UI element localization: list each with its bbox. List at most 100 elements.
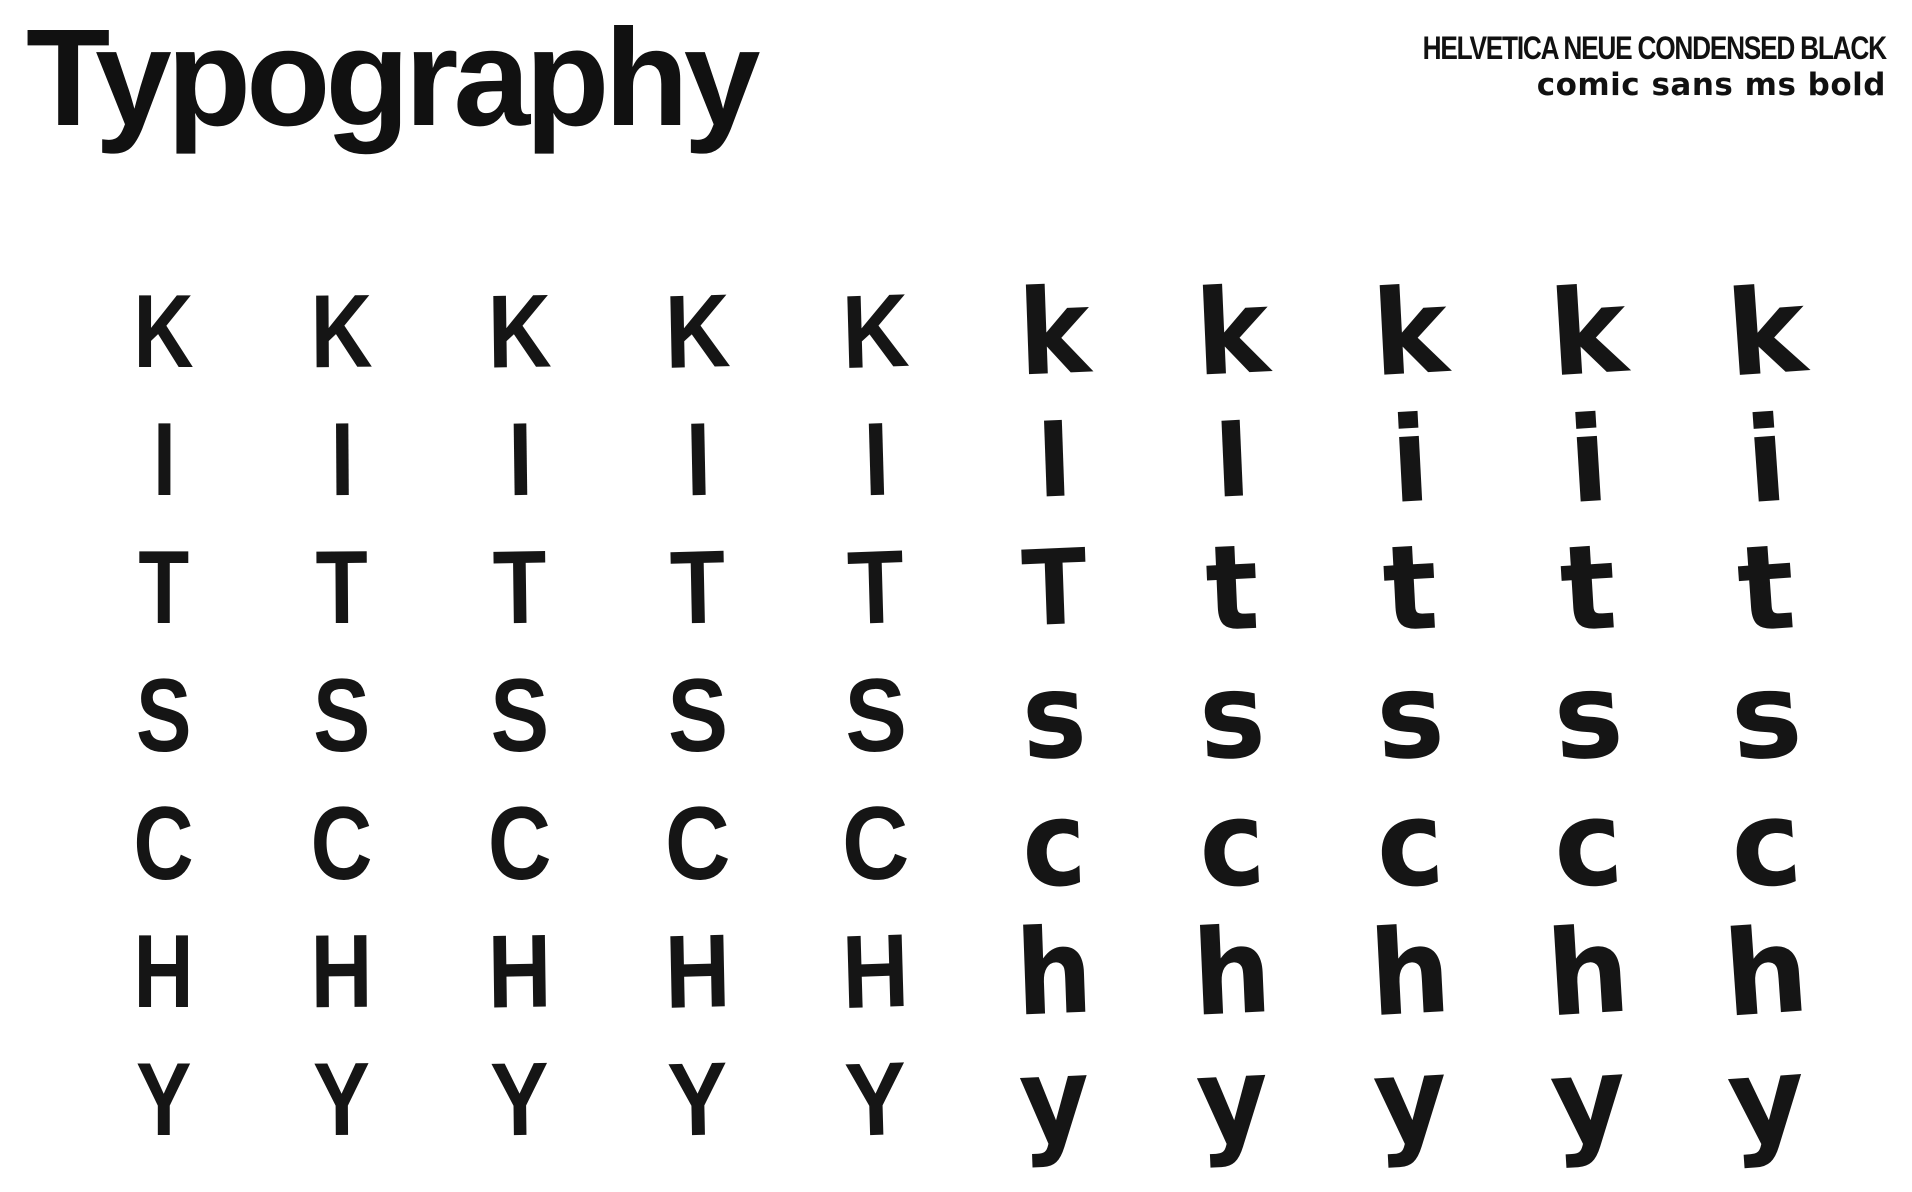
glyph: t (1556, 517, 1620, 659)
glyph: t (1202, 517, 1262, 659)
glyph-cell: S (253, 652, 431, 780)
font-label-helvetica: HELVETICA NEUE CONDENSED BLACK (1422, 30, 1887, 66)
glyph-cell: C (431, 780, 609, 908)
glyph: h (1013, 901, 1095, 1043)
glyph-cell: S (75, 652, 253, 780)
page-title: Typography (26, 1, 760, 155)
glyph-cell: y (1499, 1029, 1677, 1172)
glyph-cell: C (787, 780, 965, 908)
glyph-cell: t (1677, 517, 1855, 659)
glyph-cell: s (1499, 645, 1677, 787)
glyph: T (846, 529, 906, 647)
glyph: k (1368, 260, 1452, 404)
glyph: H (841, 912, 911, 1032)
glyph-cell: k (1321, 260, 1499, 404)
glyph-cell: t (1321, 517, 1499, 659)
glyph: T (669, 529, 727, 647)
glyph: t (1379, 517, 1441, 659)
glyph-cell: T (431, 524, 609, 652)
glyph: s (1726, 644, 1806, 788)
glyph-cell: k (1499, 260, 1677, 404)
glyph: Y (313, 1041, 371, 1159)
glyph-cell: K (253, 268, 431, 396)
glyph-cell: I (253, 396, 431, 524)
glyph: S (313, 657, 371, 775)
glyph: c (1373, 773, 1447, 915)
glyph-cell: t (1143, 517, 1321, 659)
glyph: y (1193, 1029, 1271, 1171)
glyph-cell: K (75, 268, 253, 396)
glyph: K (133, 274, 195, 390)
glyph-cell: c (1321, 773, 1499, 915)
glyph: T (138, 530, 190, 646)
glyph-cell: c (1677, 772, 1855, 916)
glyph: I (1211, 398, 1253, 522)
glyph-cell: t (1499, 517, 1677, 659)
glyph-cell: T (609, 524, 787, 652)
glyph: h (1189, 901, 1275, 1043)
glyph: H (664, 913, 732, 1031)
glyph: k (1722, 260, 1810, 404)
glyph-cell: s (1143, 645, 1321, 786)
glyph: Y (136, 1042, 192, 1158)
glyph: K (487, 273, 553, 391)
glyph-cell: c (1499, 772, 1677, 916)
glyph: c (1549, 772, 1627, 916)
glyph: C (310, 785, 374, 903)
glyph-cell: I (1143, 396, 1321, 524)
glyph-cell: Y (431, 1036, 609, 1164)
letter-morph-grid: KKKKKkkkkkIIIIIIIiiiTTTTTTttttSSSSSsssss… (75, 260, 1855, 1172)
glyph: C (841, 784, 911, 904)
glyph-cell: k (965, 262, 1143, 403)
glyph: i (1387, 390, 1433, 530)
glyph: C (664, 785, 732, 903)
glyph-cell: h (1321, 901, 1499, 1043)
glyph-cell: H (75, 908, 253, 1036)
glyph: i (1564, 389, 1612, 531)
glyph-cell: h (965, 901, 1143, 1043)
glyph: i (1741, 389, 1791, 531)
glyph: K (310, 273, 374, 391)
glyph-cell: Y (253, 1036, 431, 1164)
glyph: T (315, 529, 369, 647)
glyph-cell: c (965, 774, 1143, 915)
glyph: I (861, 401, 891, 519)
glyph-cell: C (75, 780, 253, 908)
font-label-comic-sans: comic sans ms bold (1536, 66, 1886, 103)
glyph-cell: Y (609, 1036, 787, 1164)
glyph-cell: s (1677, 644, 1855, 788)
glyph: Y (489, 1041, 551, 1159)
glyph-cell: T (965, 524, 1143, 652)
glyph-cell: S (609, 652, 787, 780)
glyph: I (684, 401, 712, 519)
glyph: y (1722, 1028, 1810, 1172)
glyph: s (1019, 645, 1089, 787)
glyph-cell: K (609, 268, 787, 396)
glyph: k (1192, 261, 1272, 403)
glyph-cell: y (1677, 1028, 1855, 1172)
glyph: y (1369, 1029, 1451, 1171)
glyph: S (666, 657, 730, 775)
glyph-cell: T (253, 524, 431, 652)
glyph: T (1019, 525, 1089, 651)
glyph: h (1542, 900, 1634, 1044)
glyph-cell: h (1677, 900, 1855, 1044)
glyph: c (1196, 773, 1268, 915)
glyph: T (492, 529, 548, 647)
glyph: I (507, 401, 533, 519)
glyph: K (664, 273, 732, 391)
glyph-cell: S (431, 652, 609, 780)
glyph: I (1034, 398, 1074, 522)
glyph: S (843, 656, 909, 776)
glyph-cell: C (253, 780, 431, 908)
glyph: t (1733, 517, 1799, 659)
glyph-cell: i (1321, 390, 1499, 530)
glyph-cell: Y (75, 1036, 253, 1164)
glyph-cell: c (1143, 773, 1321, 915)
glyph-cell: H (609, 908, 787, 1036)
glyph: h (1719, 900, 1813, 1044)
glyph: c (1726, 772, 1806, 916)
glyph-cell: K (787, 268, 965, 396)
glyph: k (1545, 260, 1631, 404)
glyph-cell: H (253, 908, 431, 1036)
